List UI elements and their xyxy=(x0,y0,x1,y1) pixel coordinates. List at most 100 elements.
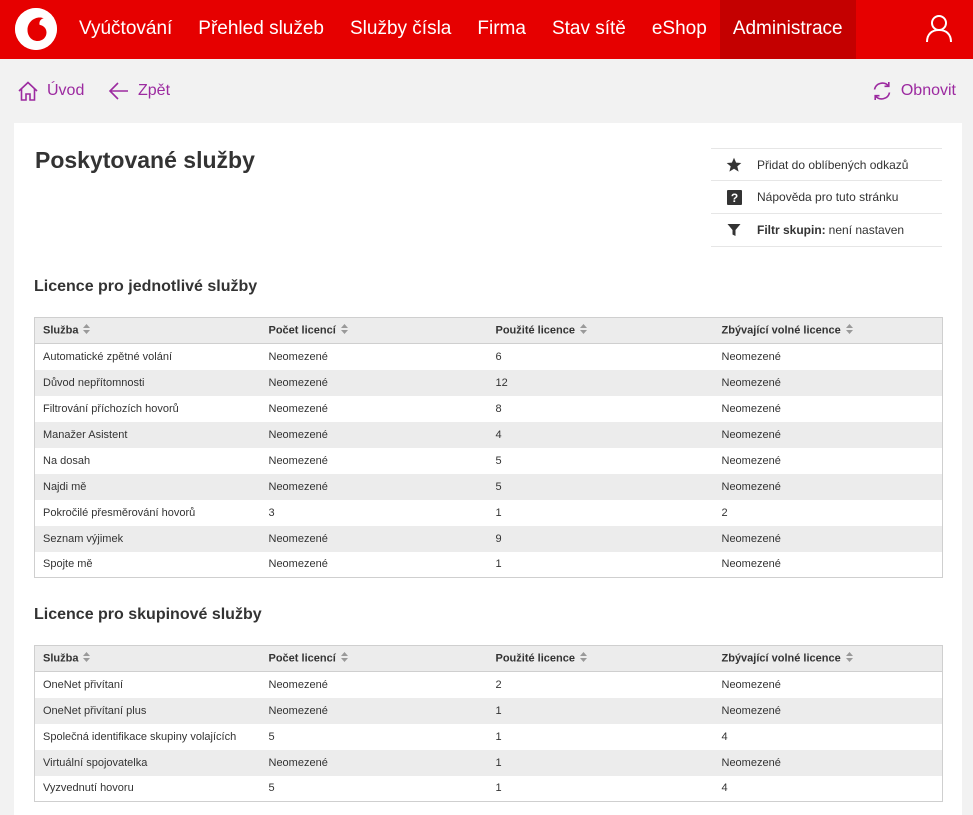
column-header-used-licenses[interactable]: Použité licence xyxy=(487,645,714,672)
cell-license-count: Neomezené xyxy=(260,343,488,370)
cell-license-count: Neomezené xyxy=(260,671,488,698)
table-row[interactable]: Najdi mě Neomezené 5 Neomezené xyxy=(34,473,943,500)
cell-service: Virtuální spojovatelka xyxy=(34,749,261,776)
column-header-label: Služba xyxy=(43,652,79,665)
table-row[interactable]: Společná identifikace skupiny volajících… xyxy=(34,723,943,750)
table-row[interactable]: Automatické zpětné volání Neomezené 6 Neome… xyxy=(34,343,943,370)
cell-used-licenses: 1 xyxy=(487,723,714,750)
cell-service: Vyzvednutí hovoru xyxy=(34,775,261,802)
group-licenses-table: Služba Počet licencí Použité licence Zbývaj… xyxy=(34,645,943,802)
column-header-label: Počet licencí xyxy=(268,652,336,665)
page-help-action[interactable]: ? Nápověda pro tuto stránku xyxy=(711,181,942,214)
sort-icon xyxy=(340,324,348,337)
group-filter-action[interactable]: Filtr skupin: není nastaven xyxy=(711,214,942,247)
column-header-label: Služba xyxy=(43,324,79,337)
table-row[interactable]: Spojte mě Neomezené 1 Neomezené xyxy=(34,551,943,578)
back-link[interactable]: Zpět xyxy=(108,78,170,104)
cell-remaining-licenses: Neomezené xyxy=(713,551,943,578)
table-row[interactable]: Seznam výjimek Neomezené 9 Neomezené xyxy=(34,525,943,552)
group-filter-label: Filtr skupin: xyxy=(757,223,826,237)
refresh-link[interactable]: Obnovit xyxy=(871,78,956,104)
cell-service: OneNet přivítaní xyxy=(34,671,261,698)
cell-license-count: 5 xyxy=(260,723,488,750)
add-favorite-action[interactable]: Přidat do oblíbených odkazů xyxy=(711,148,942,181)
table-row[interactable]: Pokročilé přesměrování hovorů 3 1 2 xyxy=(34,499,943,526)
table-row[interactable]: Manažer Asistent Neomezené 4 Neomezené xyxy=(34,421,943,448)
column-header-used-licenses[interactable]: Použité licence xyxy=(487,317,714,344)
cell-service: Manažer Asistent xyxy=(34,421,261,448)
column-header-label: Zbývající volné licence xyxy=(721,324,841,337)
table-row[interactable]: OneNet přivítaní plus Neomezené 1 Neomezené xyxy=(34,697,943,724)
cell-used-licenses: 6 xyxy=(487,343,714,370)
nav-item-3[interactable]: Firma xyxy=(464,0,539,59)
cell-used-licenses: 1 xyxy=(487,697,714,724)
home-label: Úvod xyxy=(47,82,85,99)
sort-icon xyxy=(83,652,91,665)
column-header-remaining-licenses[interactable]: Zbývající volné licence xyxy=(713,317,943,344)
cell-used-licenses: 5 xyxy=(487,447,714,474)
table-row[interactable]: Vyzvednutí hovoru 5 1 4 xyxy=(34,775,943,802)
nav-item-0[interactable]: Vyúčtování xyxy=(66,0,185,59)
page-toolbar: Úvod Zpět Obnovit xyxy=(0,59,973,123)
column-header-label: Použité licence xyxy=(495,652,575,665)
cell-remaining-licenses: 4 xyxy=(713,723,943,750)
cell-used-licenses: 5 xyxy=(487,473,714,500)
cell-service: Najdi mě xyxy=(34,473,261,500)
cell-license-count: Neomezené xyxy=(260,473,488,500)
user-account-icon[interactable] xyxy=(925,13,953,43)
cell-remaining-licenses: Neomezené xyxy=(713,395,943,422)
cell-service: Společná identifikace skupiny volajících xyxy=(34,723,261,750)
cell-license-count: Neomezené xyxy=(260,395,488,422)
sort-icon xyxy=(579,652,587,665)
cell-license-count: Neomezené xyxy=(260,447,488,474)
cell-remaining-licenses: Neomezené xyxy=(713,749,943,776)
home-link[interactable]: Úvod xyxy=(17,78,84,104)
svg-text:?: ? xyxy=(730,191,737,205)
cell-remaining-licenses: Neomezené xyxy=(713,421,943,448)
star-icon xyxy=(711,157,757,173)
cell-service: Pokročilé přesměrování hovorů xyxy=(34,499,261,526)
table-row[interactable]: Důvod nepřítomnosti Neomezené 12 Neomezené xyxy=(34,369,943,396)
cell-license-count: Neomezené xyxy=(260,525,488,552)
cell-used-licenses: 9 xyxy=(487,525,714,552)
cell-used-licenses: 12 xyxy=(487,369,714,396)
cell-remaining-licenses: Neomezené xyxy=(713,671,943,698)
column-header-remaining-licenses[interactable]: Zbývající volné licence xyxy=(713,645,943,672)
group-filter-value: není nastaven xyxy=(828,223,905,237)
column-header-service[interactable]: Služba xyxy=(34,645,261,672)
column-header-label: Počet licencí xyxy=(268,324,336,337)
cell-used-licenses: 1 xyxy=(487,551,714,578)
cell-remaining-licenses: Neomezené xyxy=(713,473,943,500)
column-header-label: Použité licence xyxy=(495,324,575,337)
cell-service: Spojte mě xyxy=(34,551,261,578)
table-row[interactable]: Filtrování příchozích hovorů Neomezené 8 Ne… xyxy=(34,395,943,422)
column-header-license-count[interactable]: Počet licencí xyxy=(260,645,488,672)
column-header-license-count[interactable]: Počet licencí xyxy=(260,317,488,344)
cell-used-licenses: 1 xyxy=(487,749,714,776)
page-actions: Přidat do oblíbených odkazů ? Nápověda p… xyxy=(711,148,942,247)
table-row[interactable]: Virtuální spojovatelka Neomezené 1 Neomezen… xyxy=(34,749,943,776)
cell-service: Filtrování příchozích hovorů xyxy=(34,395,261,422)
cell-license-count: 5 xyxy=(260,775,488,802)
cell-service: Důvod nepřítomnosti xyxy=(34,369,261,396)
nav-item-4[interactable]: Stav sítě xyxy=(539,0,639,59)
column-header-service[interactable]: Služba xyxy=(34,317,261,344)
sort-icon xyxy=(845,652,853,665)
nav-item-5[interactable]: eShop xyxy=(639,0,720,59)
vodafone-logo-icon[interactable] xyxy=(15,8,57,50)
page-help-label: Nápověda pro tuto stránku xyxy=(757,190,899,204)
table-row[interactable]: OneNet přivítaní Neomezené 2 Neomezené xyxy=(34,671,943,698)
table-row[interactable]: Na dosah Neomezené 5 Neomezené xyxy=(34,447,943,474)
cell-license-count: Neomezené xyxy=(260,697,488,724)
cell-remaining-licenses: Neomezené xyxy=(713,525,943,552)
individual-licenses-title: Licence pro jednotlivé služby xyxy=(34,278,258,295)
nav-item-6[interactable]: Administrace xyxy=(719,0,856,59)
group-licenses-title: Licence pro skupinové služby xyxy=(34,606,262,623)
filter-icon xyxy=(711,223,757,237)
refresh-icon xyxy=(873,82,891,100)
nav-item-2[interactable]: Služby čísla xyxy=(337,0,464,59)
nav-item-1[interactable]: Přehled služeb xyxy=(185,0,337,59)
arrow-left-icon xyxy=(108,82,128,100)
cell-remaining-licenses: Neomezené xyxy=(713,697,943,724)
cell-service: Automatické zpětné volání xyxy=(34,343,261,370)
